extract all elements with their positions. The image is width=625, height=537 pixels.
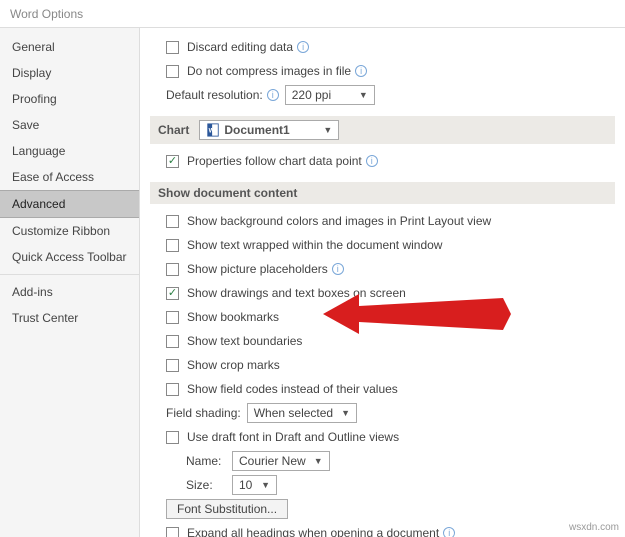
show-text-boundaries-checkbox[interactable]	[166, 335, 179, 348]
info-icon[interactable]	[443, 527, 455, 537]
field-shading-label: Field shading:	[166, 406, 241, 420]
draft-font-name-dropdown[interactable]: Courier New ▼	[232, 451, 330, 471]
show-text-wrapped-label: Show text wrapped within the document wi…	[187, 238, 442, 252]
use-draft-font-row: Use draft font in Draft and Outline view…	[150, 426, 615, 448]
expand-headings-label: Expand all headings when opening a docum…	[187, 526, 439, 537]
show-field-codes-row: Show field codes instead of their values	[150, 378, 615, 400]
default-resolution-dropdown[interactable]: 220 ppi ▼	[285, 85, 375, 105]
sidebar-item-display[interactable]: Display	[0, 60, 139, 86]
sidebar-item-general[interactable]: General	[0, 34, 139, 60]
discard-editing-data-row: Discard editing data	[150, 36, 615, 58]
properties-follow-checkbox[interactable]	[166, 155, 179, 168]
sidebar-item-language[interactable]: Language	[0, 138, 139, 164]
show-picture-placeholders-row: Show picture placeholders	[150, 258, 615, 280]
default-resolution-row: Default resolution: 220 ppi ▼	[150, 84, 615, 106]
watermark: wsxdn.com	[569, 522, 619, 533]
draft-font-name-label: Name:	[186, 454, 226, 468]
draft-font-size-label: Size:	[186, 478, 226, 492]
sidebar-item-quick-access-toolbar[interactable]: Quick Access Toolbar	[0, 244, 139, 270]
show-background-row: Show background colors and images in Pri…	[150, 210, 615, 232]
draft-font-size-value: 10	[239, 478, 252, 492]
show-background-label: Show background colors and images in Pri…	[187, 214, 491, 228]
sidebar: General Display Proofing Save Language E…	[0, 28, 140, 537]
font-substitution-button[interactable]: Font Substitution...	[166, 499, 288, 519]
chart-document-dropdown[interactable]: W Document1 ▼	[199, 120, 339, 140]
show-drawings-row: Show drawings and text boxes on screen	[150, 282, 615, 304]
properties-follow-label: Properties follow chart data point	[187, 154, 362, 168]
show-crop-marks-checkbox[interactable]	[166, 359, 179, 372]
show-bookmarks-checkbox[interactable]	[166, 311, 179, 324]
show-crop-marks-row: Show crop marks	[150, 354, 615, 376]
field-shading-value: When selected	[254, 406, 333, 420]
draft-font-size-dropdown[interactable]: 10 ▼	[232, 475, 277, 495]
do-not-compress-row: Do not compress images in file	[150, 60, 615, 82]
info-icon[interactable]	[366, 155, 378, 167]
svg-text:W: W	[209, 128, 215, 135]
show-picture-placeholders-label: Show picture placeholders	[187, 262, 328, 276]
info-icon[interactable]	[297, 41, 309, 53]
content-panel: Discard editing data Do not compress ima…	[140, 28, 625, 537]
use-draft-font-label: Use draft font in Draft and Outline view…	[187, 430, 399, 444]
chevron-down-icon: ▼	[341, 408, 350, 418]
chevron-down-icon: ▼	[359, 90, 368, 100]
field-shading-dropdown[interactable]: When selected ▼	[247, 403, 357, 423]
show-bookmarks-row: Show bookmarks	[150, 306, 615, 328]
sidebar-separator	[0, 274, 139, 275]
word-doc-icon: W	[206, 123, 220, 137]
draft-font-size-row: Size: 10 ▼	[150, 474, 615, 496]
sidebar-item-add-ins[interactable]: Add-ins	[0, 279, 139, 305]
sidebar-item-proofing[interactable]: Proofing	[0, 86, 139, 112]
info-icon[interactable]	[355, 65, 367, 77]
sidebar-item-trust-center[interactable]: Trust Center	[0, 305, 139, 331]
show-document-content-header: Show document content	[150, 182, 615, 204]
default-resolution-value: 220 ppi	[292, 88, 331, 102]
do-not-compress-checkbox[interactable]	[166, 65, 179, 78]
show-text-wrapped-row: Show text wrapped within the document wi…	[150, 234, 615, 256]
draft-font-name-value: Courier New	[239, 454, 306, 468]
show-bookmarks-label: Show bookmarks	[187, 310, 279, 324]
window-title: Word Options	[0, 0, 625, 28]
main-layout: General Display Proofing Save Language E…	[0, 28, 625, 537]
chart-header-label: Chart	[158, 123, 189, 137]
show-field-codes-label: Show field codes instead of their values	[187, 382, 398, 396]
chevron-down-icon: ▼	[323, 125, 332, 135]
sidebar-item-customize-ribbon[interactable]: Customize Ribbon	[0, 218, 139, 244]
default-resolution-label: Default resolution:	[166, 88, 263, 102]
properties-follow-row: Properties follow chart data point	[150, 150, 615, 172]
expand-headings-checkbox[interactable]	[166, 527, 179, 537]
show-document-content-label: Show document content	[158, 186, 297, 200]
field-shading-row: Field shading: When selected ▼	[150, 402, 615, 424]
draft-font-name-row: Name: Courier New ▼	[150, 450, 615, 472]
expand-headings-row: Expand all headings when opening a docum…	[150, 522, 615, 537]
sidebar-item-save[interactable]: Save	[0, 112, 139, 138]
chevron-down-icon: ▼	[314, 456, 323, 466]
discard-editing-data-label: Discard editing data	[187, 40, 293, 54]
show-picture-placeholders-checkbox[interactable]	[166, 263, 179, 276]
show-text-wrapped-checkbox[interactable]	[166, 239, 179, 252]
show-crop-marks-label: Show crop marks	[187, 358, 280, 372]
info-icon[interactable]	[267, 89, 279, 101]
info-icon[interactable]	[332, 263, 344, 275]
sidebar-item-advanced[interactable]: Advanced	[0, 190, 139, 218]
do-not-compress-label: Do not compress images in file	[187, 64, 351, 78]
chevron-down-icon: ▼	[261, 480, 270, 490]
sidebar-item-ease-of-access[interactable]: Ease of Access	[0, 164, 139, 190]
show-background-checkbox[interactable]	[166, 215, 179, 228]
show-text-boundaries-label: Show text boundaries	[187, 334, 302, 348]
font-substitution-row: Font Substitution...	[150, 498, 615, 520]
use-draft-font-checkbox[interactable]	[166, 431, 179, 444]
show-drawings-label: Show drawings and text boxes on screen	[187, 286, 406, 300]
show-text-boundaries-row: Show text boundaries	[150, 330, 615, 352]
chart-document-value: Document1	[224, 123, 289, 137]
discard-editing-data-checkbox[interactable]	[166, 41, 179, 54]
show-field-codes-checkbox[interactable]	[166, 383, 179, 396]
chart-section-header: Chart W Document1 ▼	[150, 116, 615, 144]
show-drawings-checkbox[interactable]	[166, 287, 179, 300]
